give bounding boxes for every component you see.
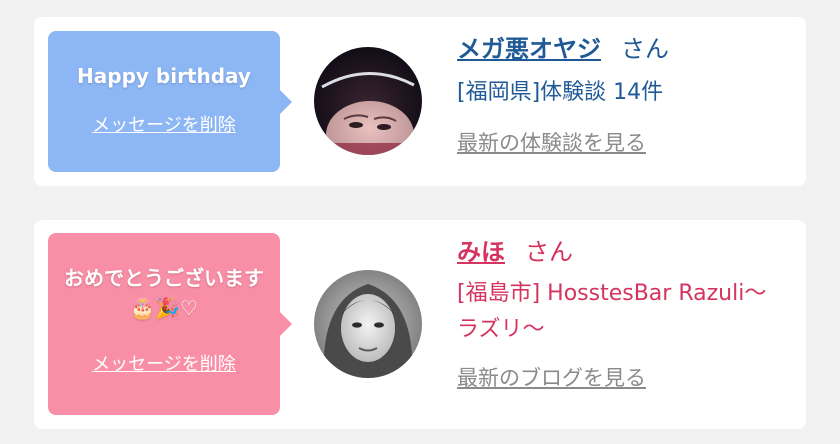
honorific: さん [621,35,669,63]
message-bubble: おめでとうございます🎂🎉♡ メッセージを削除 [48,233,292,415]
sender-info: みほ さん [福島市] HosstesBar Razuli～ラズリ～ 最新のブログ… [457,234,786,392]
sender-region-count: [福岡県]体験談 14件 [457,80,664,105]
avatar-photo [314,47,422,155]
message-card: おめでとうございます🎂🎉♡ メッセージを削除 みほ さん [福島市] Hosst… [34,220,806,429]
message-text: Happy birthday [77,64,251,88]
message-bubble: Happy birthday メッセージを削除 [48,31,292,172]
message-card: Happy birthday メッセージを削除 メガ悪オヤジ さん [福岡県]体… [34,17,806,186]
delete-message-link[interactable]: メッセージを削除 [92,111,236,137]
avatar[interactable] [314,270,422,378]
view-latest-link[interactable]: 最新の体験談を見る [457,127,646,157]
sender-name-line: みほ さん [457,234,786,270]
delete-message-link[interactable]: メッセージを削除 [92,350,236,376]
sender-name-link[interactable]: メガ悪オヤジ [457,35,601,63]
honorific: さん [525,238,573,266]
avatar-photo [314,270,422,378]
sender-name-link[interactable]: みほ [457,238,505,266]
sender-name-line: メガ悪オヤジ さん [457,31,786,67]
message-text: おめでとうございます🎂🎉♡ [64,266,264,320]
sender-info: メガ悪オヤジ さん [福岡県]体験談 14件 最新の体験談を見る [457,31,786,157]
view-latest-link[interactable]: 最新のブログを見る [457,362,646,392]
sender-shop-name: [福島市] HosstesBar Razuli～ラズリ～ [457,281,767,342]
avatar[interactable] [314,47,422,155]
